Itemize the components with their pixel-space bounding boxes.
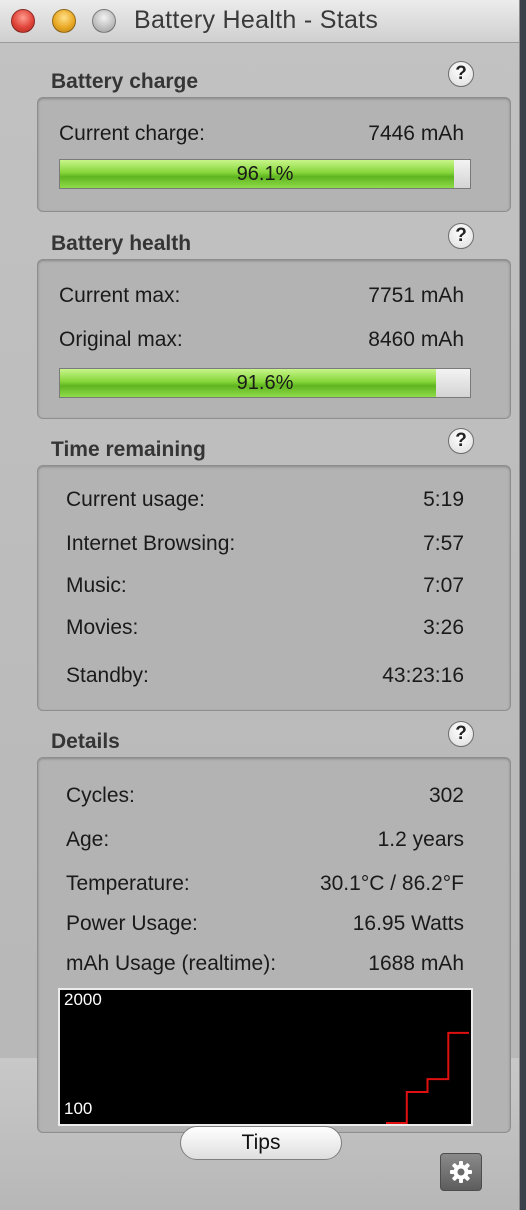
time-row-label: Music:	[66, 574, 127, 597]
battery-window: Battery Health - Stats Battery charge ? …	[0, 0, 520, 1210]
minimize-window-button[interactable]	[52, 9, 76, 33]
charge-percent: 96.1%	[236, 163, 294, 185]
time-row-label: Current usage:	[66, 488, 205, 511]
detail-row-label: Power Usage:	[66, 912, 198, 935]
health-percent: 91.6%	[236, 372, 294, 394]
time-row-value: 5:19	[423, 488, 464, 511]
time-row-label: Movies:	[66, 616, 139, 639]
detail-row-value: 16.95 Watts	[352, 912, 464, 935]
tips-button[interactable]: Tips	[180, 1126, 342, 1160]
current-charge-value: 7446 mAh	[368, 122, 464, 145]
current-max-value: 7751 mAh	[368, 284, 464, 307]
detail-row-value: 1.2 years	[377, 828, 464, 851]
time-row-value: 43:23:16	[382, 664, 464, 687]
detail-row-label: mAh Usage (realtime):	[66, 952, 277, 975]
time-row-value: 7:07	[423, 574, 464, 597]
zoom-window-button[interactable]	[92, 9, 116, 33]
detail-row-value: 1688 mAh	[368, 952, 464, 975]
gear-icon	[450, 1161, 472, 1183]
detail-row-label: Temperature:	[66, 872, 190, 895]
current-charge-label: Current charge:	[59, 122, 205, 145]
original-max-value: 8460 mAh	[368, 328, 464, 351]
window-title: Battery Health - Stats	[134, 6, 379, 34]
current-max-label: Current max:	[59, 284, 181, 307]
detail-row-value: 30.1°C / 86.2°F	[319, 872, 464, 895]
mah-usage-graph	[58, 988, 473, 1126]
detail-row-label: Cycles:	[66, 784, 135, 807]
time-row-label: Standby:	[66, 664, 149, 687]
time-row-value: 7:57	[423, 532, 464, 555]
detail-row-value: 302	[428, 784, 464, 807]
time-remaining-help-button[interactable]: ?	[448, 428, 474, 454]
battery-charge-help-button[interactable]: ?	[448, 61, 474, 87]
time-row-label: Internet Browsing:	[66, 532, 236, 555]
battery-charge-heading: Battery charge	[51, 70, 199, 93]
close-window-button[interactable]	[11, 9, 35, 33]
desktop-edge	[520, 0, 526, 1210]
mah-usage-chart	[386, 1031, 469, 1124]
battery-charge-panel	[37, 97, 511, 212]
usage-series-line	[386, 1031, 469, 1124]
battery-health-heading: Battery health	[51, 232, 192, 255]
graph-min-tick: 100	[64, 1099, 93, 1118]
detail-row-label: Age:	[66, 828, 110, 851]
time-remaining-heading: Time remaining	[51, 438, 206, 461]
charge-progress-bar: 96.1%	[59, 159, 471, 189]
details-heading: Details	[51, 730, 120, 753]
settings-button[interactable]	[440, 1153, 482, 1191]
original-max-label: Original max:	[59, 328, 183, 351]
battery-health-help-button[interactable]: ?	[448, 223, 474, 249]
time-row-value: 3:26	[423, 616, 464, 639]
graph-max-tick: 2000	[64, 990, 102, 1009]
title-bar[interactable]: Battery Health - Stats	[0, 0, 519, 43]
health-progress-bar: 91.6%	[59, 368, 471, 398]
details-help-button[interactable]: ?	[448, 721, 474, 747]
